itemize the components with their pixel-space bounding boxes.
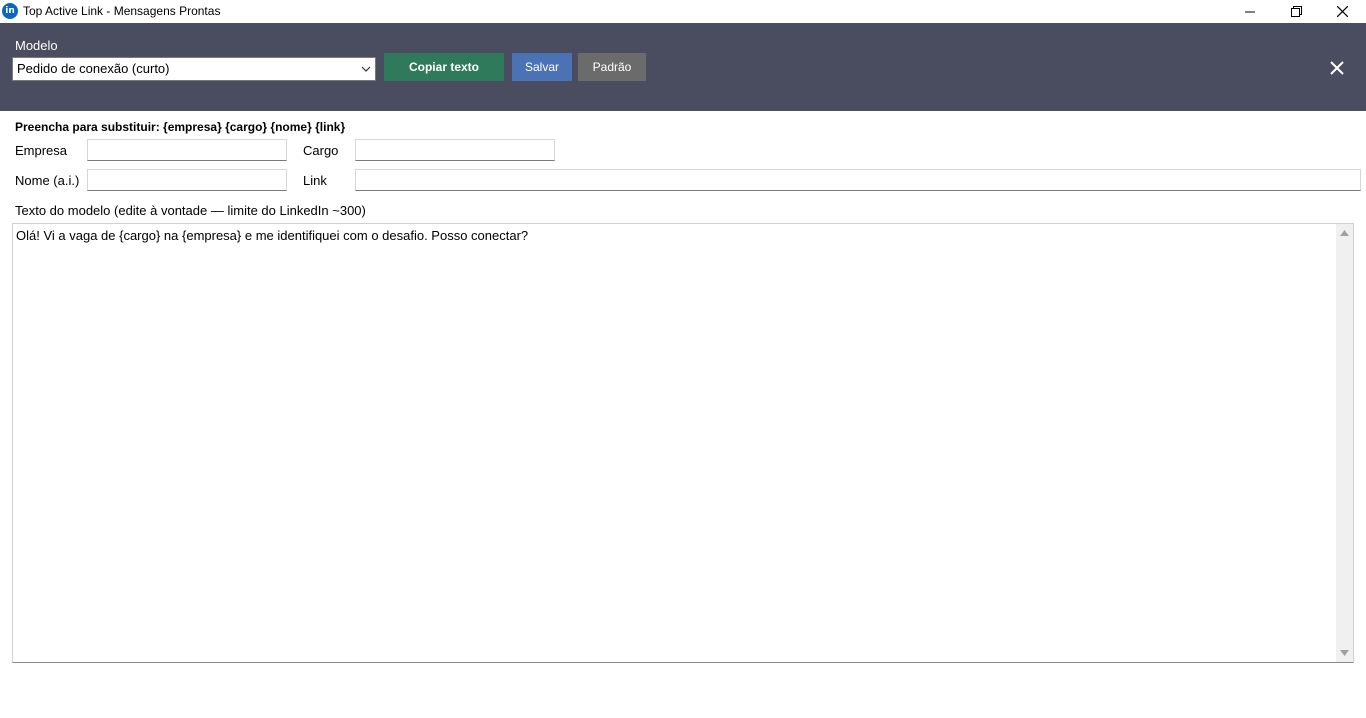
template-text-label: Texto do modelo (edite à vontade — limit…: [15, 203, 366, 218]
minimize-button[interactable]: [1227, 0, 1273, 23]
nome-label: Nome (a.i.): [15, 173, 80, 188]
template-text: Olá! Vi a vaga de {cargo} na {empresa} e…: [16, 228, 529, 243]
modelo-selected-value: Pedido de conexão (curto): [17, 61, 170, 76]
save-button[interactable]: Salvar: [512, 53, 572, 81]
placeholder-hint: Preencha para substituir: {empresa} {car…: [15, 120, 346, 134]
modelo-label: Modelo: [15, 38, 58, 53]
minimize-icon: [1245, 11, 1255, 12]
nome-input[interactable]: [87, 169, 287, 191]
close-icon: [1330, 61, 1344, 75]
vertical-scrollbar[interactable]: [1336, 224, 1353, 662]
default-button[interactable]: Padrão: [578, 53, 646, 81]
link-input[interactable]: [355, 169, 1361, 191]
linkedin-app-icon: in: [2, 3, 18, 19]
title-bar: in Top Active Link - Mensagens Prontas: [0, 0, 1366, 23]
empresa-input[interactable]: [87, 139, 287, 161]
window-title: Top Active Link - Mensagens Prontas: [23, 4, 221, 18]
restore-icon: [1290, 6, 1302, 17]
close-panel-button[interactable]: [1328, 59, 1346, 77]
copy-text-button[interactable]: Copiar texto: [384, 53, 504, 81]
empresa-label: Empresa: [15, 143, 68, 158]
scroll-down-arrow-icon[interactable]: [1340, 650, 1349, 656]
modelo-select[interactable]: Pedido de conexão (curto): [12, 57, 376, 81]
link-label: Link: [303, 173, 327, 188]
template-toolbar: Modelo Pedido de conexão (curto) Copiar …: [0, 23, 1366, 111]
cargo-input[interactable]: [355, 139, 555, 161]
restore-button[interactable]: [1273, 0, 1319, 23]
template-textarea[interactable]: Olá! Vi a vaga de {cargo} na {empresa} e…: [12, 223, 1354, 663]
cargo-label: Cargo: [303, 143, 339, 158]
window-close-button[interactable]: [1319, 0, 1365, 23]
chevron-down-icon: [361, 66, 371, 72]
scroll-up-arrow-icon[interactable]: [1340, 230, 1349, 236]
close-icon: [1336, 6, 1348, 17]
